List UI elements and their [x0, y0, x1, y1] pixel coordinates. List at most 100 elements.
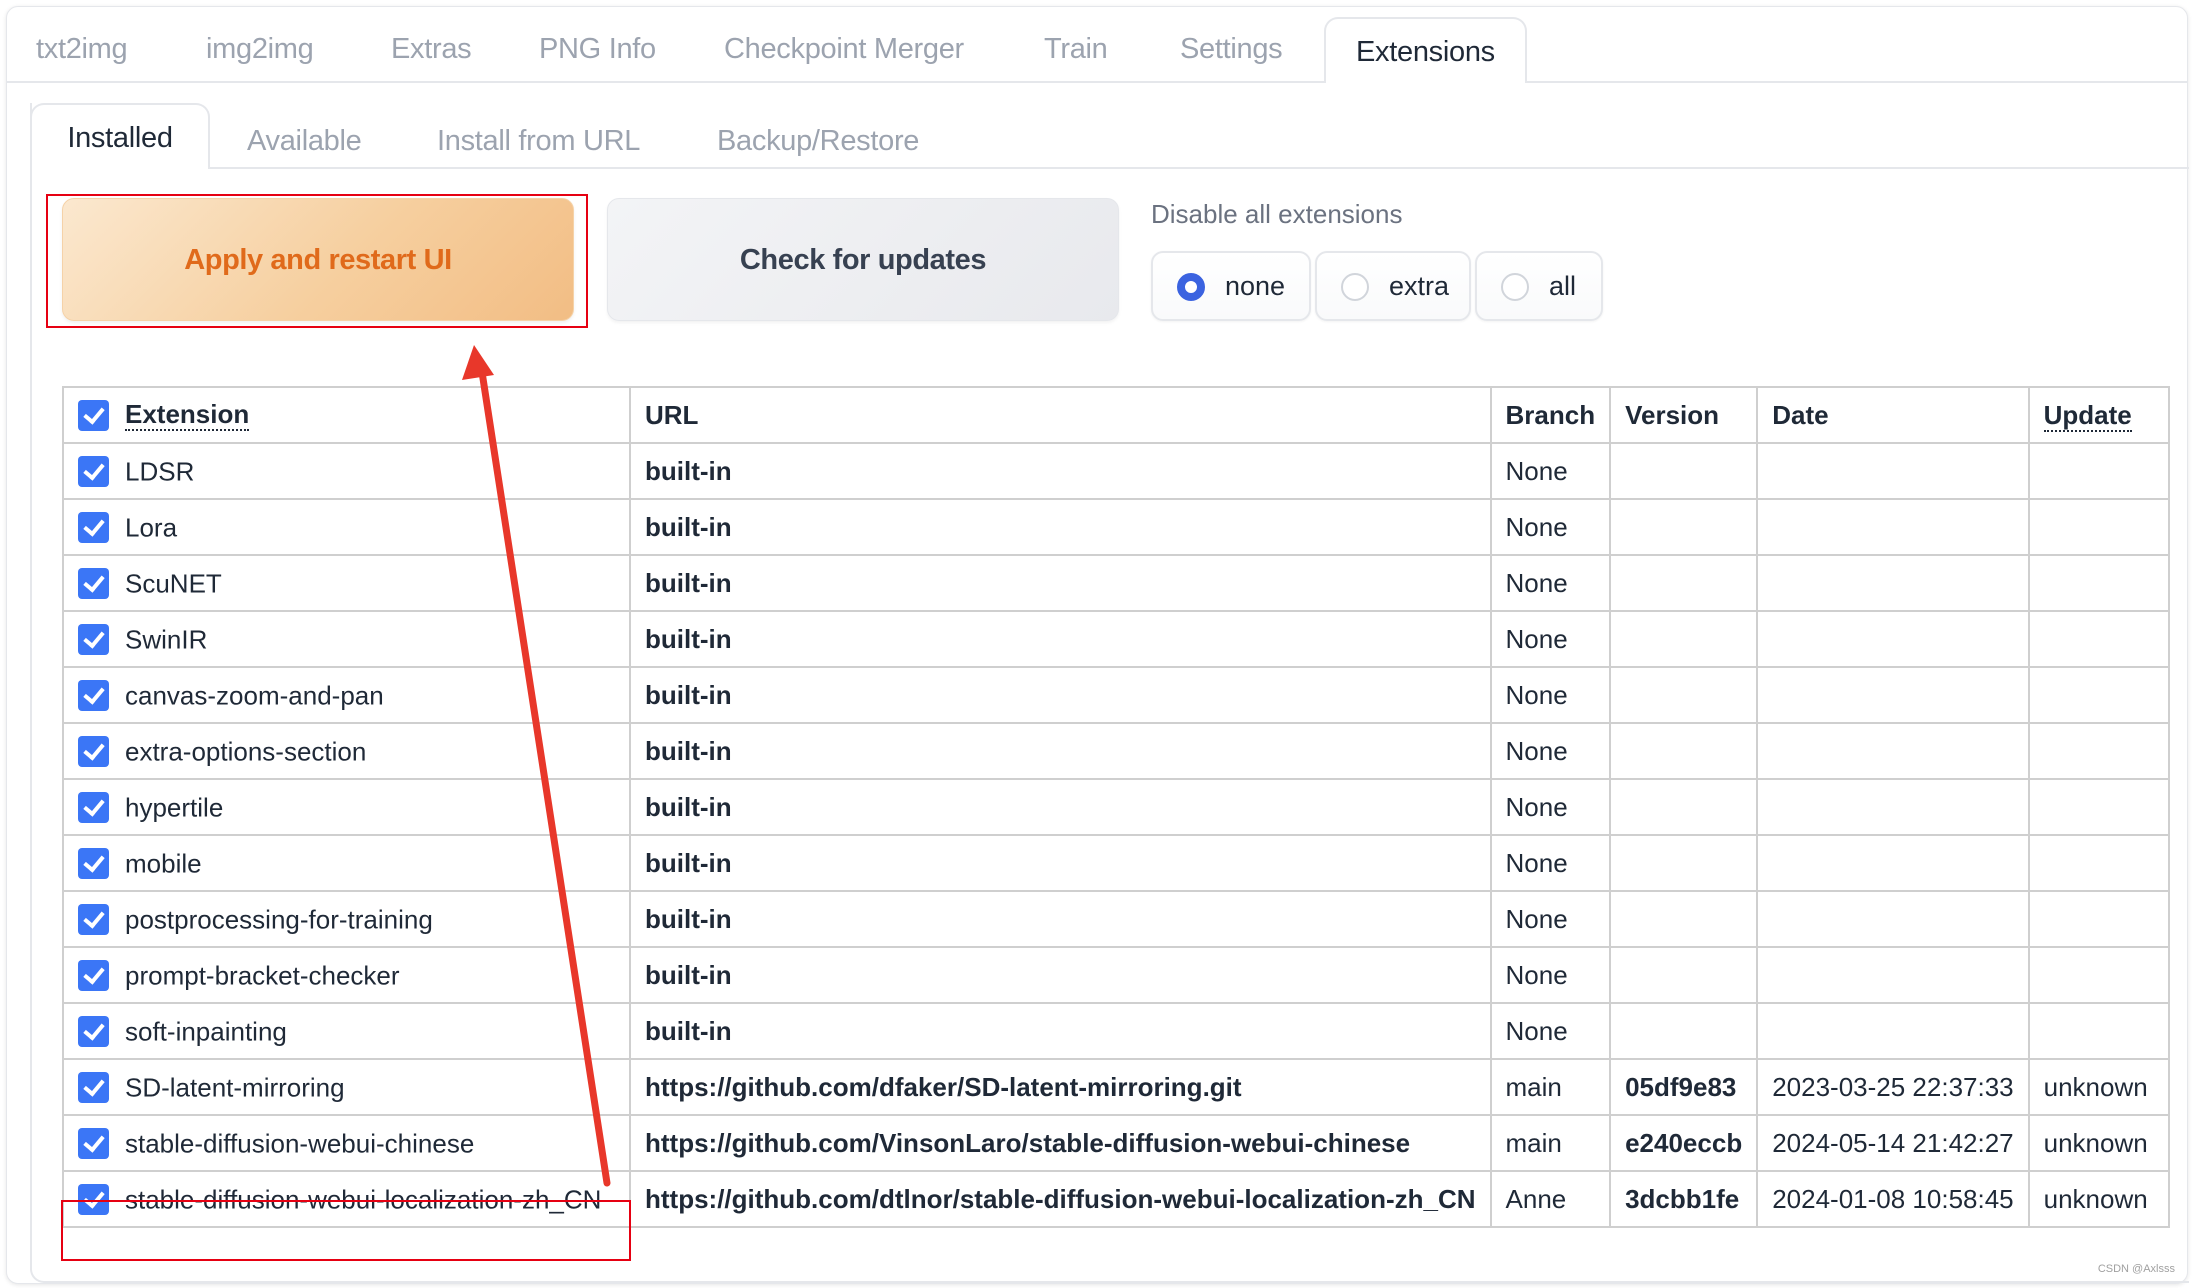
extension-enabled-checkbox[interactable] — [78, 512, 109, 544]
tab-txt2img[interactable]: txt2img — [36, 33, 128, 66]
cell-extension: LDSR — [62, 442, 631, 500]
tab-png-info[interactable]: PNG Info — [539, 33, 656, 66]
radio-all-label: all — [1549, 271, 1577, 301]
cell-date — [1756, 666, 2030, 724]
cell-url: built-in — [629, 442, 1492, 500]
table-row: SD-latent-mirroring https://github.com/df… — [62, 1058, 2170, 1116]
tab-checkpoint-merger[interactable]: Checkpoint Merger — [724, 33, 964, 66]
header-date: Date — [1756, 386, 2030, 444]
cell-extension: SwinIR — [62, 610, 631, 668]
cell-version: 05df9e83 — [1609, 1058, 1759, 1116]
cell-update — [2027, 610, 2170, 668]
radio-all[interactable]: all — [1475, 251, 1603, 321]
radio-none[interactable]: none — [1151, 251, 1311, 321]
extensions-panel: Installed Available Install from URL Bac… — [30, 103, 2189, 1283]
cell-update: unknown — [2027, 1058, 2170, 1116]
extension-enabled-checkbox[interactable] — [78, 1016, 109, 1048]
table-row: ScuNET built-in None — [62, 554, 2170, 612]
tab-settings[interactable]: Settings — [1180, 33, 1283, 66]
extensions-table: Extension URL Branch Version Date Update… — [62, 386, 2170, 1228]
extension-enabled-checkbox[interactable] — [78, 904, 109, 936]
extension-enabled-checkbox[interactable] — [78, 456, 109, 488]
cell-version: 3dcbb1fe — [1609, 1170, 1759, 1228]
cell-date — [1756, 722, 2030, 780]
header-url: URL — [629, 386, 1492, 444]
cell-extension: Lora — [62, 498, 631, 556]
subtab-installed[interactable]: Installed — [30, 103, 210, 169]
cell-date — [1756, 442, 2030, 500]
radio-extra[interactable]: extra — [1315, 251, 1471, 321]
cell-extension: soft-inpainting — [62, 1002, 631, 1060]
extension-enabled-checkbox[interactable] — [78, 792, 109, 824]
table-row: LDSR built-in None — [62, 442, 2170, 500]
header-extension: Extension — [62, 386, 631, 444]
cell-extension: mobile — [62, 834, 631, 892]
extension-enabled-checkbox[interactable] — [78, 1128, 109, 1160]
cell-update — [2027, 834, 2170, 892]
cell-branch: None — [1489, 442, 1612, 500]
tab-train[interactable]: Train — [1044, 33, 1108, 66]
extension-enabled-checkbox[interactable] — [78, 848, 109, 880]
table-row: stable-diffusion-webui-localization-zh_C… — [62, 1170, 2170, 1228]
cell-url: built-in — [629, 554, 1492, 612]
tab-extensions[interactable]: Extensions — [1324, 17, 1527, 83]
cell-update — [2027, 498, 2170, 556]
cell-url: built-in — [629, 946, 1492, 1004]
extension-enabled-checkbox[interactable] — [78, 624, 109, 656]
check-for-updates-button[interactable]: Check for updates — [607, 198, 1119, 321]
disable-all-extensions-label: Disable all extensions — [1151, 199, 1403, 229]
table-row: hypertile built-in None — [62, 778, 2170, 836]
cell-update: unknown — [2027, 1114, 2170, 1172]
header-update: Update — [2027, 386, 2170, 444]
cell-url: built-in — [629, 1002, 1492, 1060]
cell-update — [2027, 890, 2170, 948]
cell-url: built-in — [629, 610, 1492, 668]
cell-branch: None — [1489, 498, 1612, 556]
cell-branch: None — [1489, 1002, 1612, 1060]
tab-extras[interactable]: Extras — [391, 33, 472, 66]
cell-version — [1609, 442, 1759, 500]
main-tab-bar: txt2img img2img Extras PNG Info Checkpoi… — [7, 7, 2187, 83]
cell-extension: prompt-bracket-checker — [62, 946, 631, 1004]
table-row: soft-inpainting built-in None — [62, 1002, 2170, 1060]
select-all-checkbox[interactable] — [78, 400, 109, 432]
cell-extension: hypertile — [62, 778, 631, 836]
extension-enabled-checkbox[interactable] — [78, 1184, 109, 1216]
cell-date — [1756, 1002, 2030, 1060]
cell-version — [1609, 722, 1759, 780]
header-extension-label[interactable]: Extension — [125, 398, 250, 431]
extension-enabled-checkbox[interactable] — [78, 736, 109, 768]
table-row: postprocessing-for-training built-in None — [62, 890, 2170, 948]
extension-enabled-checkbox[interactable] — [78, 568, 109, 600]
tab-img2img[interactable]: img2img — [206, 33, 314, 66]
cell-branch: None — [1489, 610, 1612, 668]
apply-and-restart-button[interactable]: Apply and restart UI — [62, 198, 574, 321]
extension-enabled-checkbox[interactable] — [78, 960, 109, 992]
extension-name: stable-diffusion-webui-chinese — [125, 1128, 475, 1159]
extension-enabled-checkbox[interactable] — [78, 680, 109, 712]
radio-unselected-icon — [1501, 273, 1529, 301]
subtab-available[interactable]: Available — [247, 125, 362, 158]
extension-name: canvas-zoom-and-pan — [125, 680, 384, 711]
subtab-backup-restore[interactable]: Backup/Restore — [717, 125, 919, 158]
cell-date — [1756, 834, 2030, 892]
subtab-install-from-url[interactable]: Install from URL — [437, 125, 640, 158]
cell-date: 2024-05-14 21:42:27 — [1756, 1114, 2030, 1172]
main-tab-divider — [7, 81, 2187, 83]
cell-url: built-in — [629, 834, 1492, 892]
extension-name: ScuNET — [125, 568, 222, 599]
cell-update — [2027, 778, 2170, 836]
cell-version — [1609, 498, 1759, 556]
cell-extension: postprocessing-for-training — [62, 890, 631, 948]
header-branch: Branch — [1489, 386, 1612, 444]
cell-version — [1609, 610, 1759, 668]
cell-branch: Anne — [1489, 1170, 1612, 1228]
extension-name: mobile — [125, 848, 202, 879]
cell-date — [1756, 554, 2030, 612]
extension-name: postprocessing-for-training — [125, 904, 433, 935]
extension-enabled-checkbox[interactable] — [78, 1072, 109, 1104]
extension-name: stable-diffusion-webui-localization-zh_C… — [125, 1184, 602, 1215]
cell-update — [2027, 666, 2170, 724]
header-update-label[interactable]: Update — [2043, 399, 2132, 432]
cell-extension: canvas-zoom-and-pan — [62, 666, 631, 724]
